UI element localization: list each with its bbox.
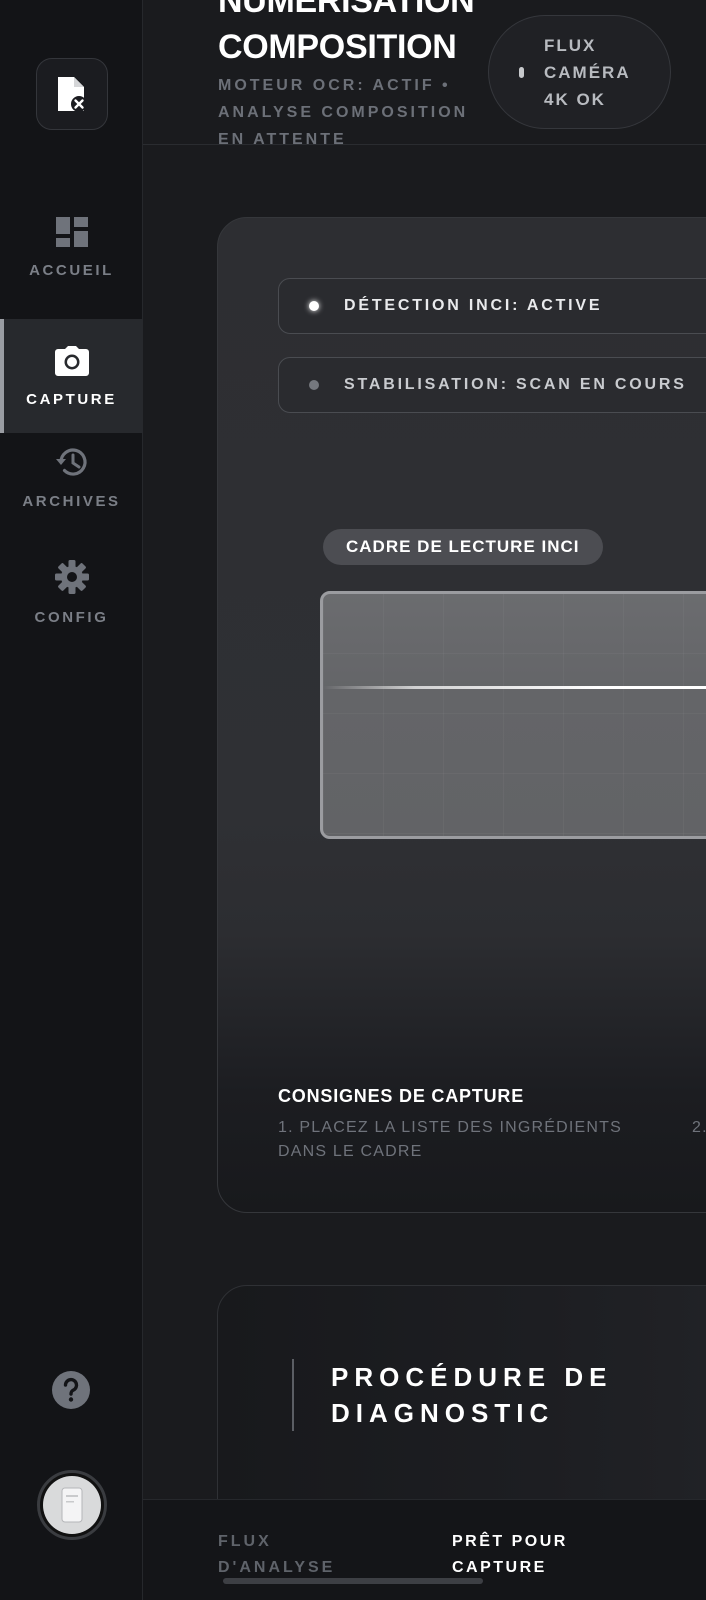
- sidebar-item-config[interactable]: CONFIG: [0, 535, 143, 649]
- ready-status-label: PRÊT POUR CAPTURE: [452, 1533, 568, 1576]
- status-dot-icon: [309, 301, 319, 311]
- capture-instructions-title: CONSIGNES DE CAPTURE: [278, 1086, 525, 1106]
- frame-grid: [323, 594, 706, 836]
- page-title-line1: NUMÉRISATION: [218, 0, 475, 20]
- reading-frame-label: CADRE DE LECTURE INCI: [323, 529, 603, 565]
- camera-icon: [54, 345, 89, 376]
- status-detection-inci: DÉTECTION INCI: ACTIVE: [278, 278, 706, 334]
- analysis-flow-label: FLUX D'ANALYSE: [218, 1533, 336, 1576]
- help-circle-icon: [52, 1371, 90, 1409]
- capture-instruction-1: 1. PLACEZ LA LISTE DES INGRÉDIENTS DANS …: [278, 1119, 623, 1160]
- history-icon: [55, 447, 87, 476]
- diagnostic-accent-bar: [292, 1359, 294, 1431]
- help-button[interactable]: [51, 1370, 91, 1415]
- status-detection-label: DÉTECTION INCI: ACTIVE: [344, 297, 603, 314]
- dashboard-icon: [55, 216, 88, 247]
- sidebar: ACCUEIL CAPTURE ARCHIVES CONFIG: [0, 0, 143, 1600]
- bottom-status-bar: FLUX D'ANALYSE PRÊT POUR CAPTURE: [143, 1499, 706, 1600]
- phone-avatar-icon: [61, 1487, 83, 1523]
- gear-icon: [54, 559, 89, 594]
- scan-line: [323, 686, 706, 689]
- status-dot-icon: [309, 380, 319, 390]
- app-root: ACCUEIL CAPTURE ARCHIVES CONFIG NUMÉRISA…: [0, 0, 706, 1600]
- page-title-line2: COMPOSITION: [218, 28, 457, 66]
- sidebar-item-capture[interactable]: CAPTURE: [0, 319, 143, 433]
- status-dot-icon: [519, 66, 524, 78]
- sidebar-item-label: ACCUEIL: [29, 261, 114, 279]
- camera-viewfinder-card: DÉTECTION INCI: ACTIVE STABILISATION: SC…: [217, 217, 706, 1213]
- home-indicator[interactable]: [223, 1578, 483, 1584]
- sidebar-item-accueil[interactable]: ACCUEIL: [0, 190, 143, 304]
- capture-instruction-2: 2. RE: [692, 1119, 706, 1136]
- reading-frame: [320, 591, 706, 839]
- page-header: NUMÉRISATION COMPOSITION MOTEUR OCR: ACT…: [143, 0, 706, 148]
- page-title: NUMÉRISATION COMPOSITION: [218, 0, 498, 70]
- sidebar-item-archives[interactable]: ARCHIVES: [0, 420, 143, 534]
- sidebar-item-label: CONFIG: [34, 608, 109, 626]
- sidebar-item-label: ARCHIVES: [22, 492, 121, 510]
- logo-button[interactable]: [36, 58, 108, 130]
- sidebar-item-label: CAPTURE: [26, 390, 117, 408]
- document-x-icon: [58, 77, 87, 112]
- camera-feed-status-label: FLUX CAMÉRA 4K OK: [544, 35, 630, 109]
- status-stabilisation: STABILISATION: SCAN EN COURS: [278, 357, 706, 413]
- status-stabilisation-label: STABILISATION: SCAN EN COURS: [344, 376, 687, 393]
- avatar-image: [43, 1476, 101, 1534]
- camera-feed-status-pill: FLUX CAMÉRA 4K OK: [488, 15, 671, 129]
- avatar[interactable]: [37, 1470, 107, 1540]
- engine-status-text: MOTEUR OCR: ACTIF • ANALYSE COMPOSITION …: [218, 77, 469, 148]
- diagnostic-title: PROCÉDURE DE DIAGNOSTIC: [331, 1362, 613, 1428]
